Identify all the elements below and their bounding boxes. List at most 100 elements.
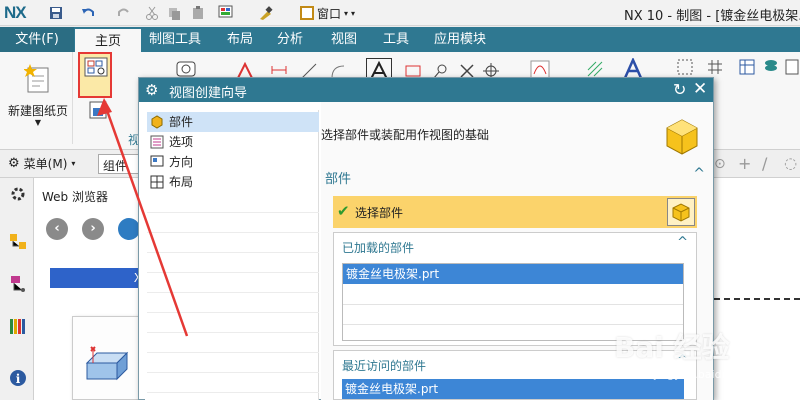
close-icon[interactable]: ✕: [693, 79, 707, 99]
drawing-canvas[interactable]: [714, 178, 800, 400]
list-item[interactable]: 镀金丝电极架.prt: [342, 379, 684, 399]
web-browser-title: Web 浏览器: [42, 190, 108, 204]
watermark-logo: Bai 经验: [614, 331, 730, 364]
ribbon-more-icon[interactable]: [784, 58, 800, 76]
cube-icon: [672, 203, 690, 222]
part-navigator-icon[interactable]: [8, 232, 28, 252]
checkmark-icon: ✔: [337, 202, 350, 220]
part-cube-icon: [666, 119, 698, 155]
chevron-up-icon[interactable]: ^: [677, 235, 688, 250]
paste-icon[interactable]: [190, 5, 206, 21]
wizard-step-label: 选项: [169, 135, 194, 149]
grid-icon[interactable]: [706, 58, 724, 76]
menu-button-label: 菜单(M): [23, 157, 68, 171]
orientation-icon: [150, 155, 164, 167]
recent-parts-title: 最近访问的部件: [342, 359, 427, 373]
web-banner: X: [50, 268, 146, 288]
info-icon[interactable]: i: [8, 368, 28, 388]
loaded-parts-title: 已加载的部件: [342, 241, 415, 255]
tab-drafting-tools[interactable]: 制图工具: [142, 27, 208, 52]
window-icon: [300, 6, 314, 20]
sheet-border-line: [714, 298, 800, 300]
select-tool-icon[interactable]: [218, 5, 234, 21]
list-row-divider: [147, 392, 319, 393]
table-icon[interactable]: [738, 58, 756, 76]
list-row-divider: [147, 212, 319, 213]
wizard-step-layout[interactable]: 布局: [147, 172, 319, 192]
wizard-step-label: 部件: [169, 115, 194, 129]
select-part-cube-button[interactable]: [667, 198, 695, 226]
svg-text:i: i: [16, 372, 21, 386]
assembly-navigator-icon[interactable]: [8, 274, 28, 294]
gear-icon: ⚙: [8, 156, 20, 171]
menu-button[interactable]: ⚙ 菜单(M) ▾: [8, 155, 75, 172]
save-icon[interactable]: [48, 5, 64, 21]
redo-icon[interactable]: [116, 5, 132, 21]
resource-bar: i: [0, 178, 34, 400]
web-browser-panel: Web 浏览器 ‹ › X: [34, 178, 146, 400]
list-row-divider: [147, 372, 319, 373]
copy-icon[interactable]: [166, 5, 182, 21]
part-section-title: 部件: [325, 172, 352, 187]
wizard-prompt: 选择部件或装配用作视图的基础: [321, 128, 490, 142]
hatch-icon[interactable]: [586, 60, 604, 78]
tab-analysis[interactable]: 分析: [264, 27, 316, 52]
new-sheet-icon: [24, 64, 49, 93]
wizard-step-options[interactable]: 选项: [147, 132, 319, 152]
list-row-divider: [147, 352, 319, 353]
dialog-title-bar: ⚙ 视图创建向导 ↻ ✕: [139, 78, 713, 102]
edit-settings-icon[interactable]: [676, 58, 694, 76]
base-view-icon[interactable]: [88, 100, 110, 122]
ribbon-tab-bar: 文件(F) 主页 制图工具 布局 分析 视图 工具 应用模块: [0, 27, 800, 52]
tab-home[interactable]: 主页: [75, 27, 141, 52]
list-row-divider: [147, 232, 319, 233]
snap-point-icon[interactable]: ⊙: [714, 156, 726, 172]
tab-layout[interactable]: 布局: [214, 27, 266, 52]
layout-icon: [150, 175, 164, 189]
undo-icon[interactable]: [80, 5, 96, 21]
nx-logo: NX: [4, 3, 27, 22]
gear-icon[interactable]: ⚙: [145, 81, 158, 99]
tab-view[interactable]: 视图: [318, 27, 370, 52]
tab-file[interactable]: 文件(F): [0, 27, 74, 52]
list-item[interactable]: 镀金丝电极架.prt: [343, 264, 683, 284]
refresh-icon[interactable]: [118, 218, 140, 240]
list-row-divider: [147, 332, 319, 333]
cut-icon[interactable]: [144, 5, 160, 21]
select-part-row[interactable]: ✔ 选择部件: [333, 196, 697, 228]
curve-icon[interactable]: [530, 60, 550, 80]
crosshair-icon[interactable]: +: [738, 154, 751, 173]
window-menu[interactable]: 窗口 ▾ ▾: [300, 5, 355, 21]
forward-icon[interactable]: ›: [82, 218, 104, 240]
new-sheet-button[interactable]: 新建图纸页 ▼: [6, 58, 70, 138]
tab-application[interactable]: 应用模块: [424, 27, 496, 52]
wizard-step-list: 部件 选项 方向 布局: [145, 110, 319, 400]
list-row-divider: [343, 324, 683, 325]
window-menu-label: 窗口: [317, 6, 342, 21]
chevron-down-icon: ▾: [71, 159, 76, 168]
chevron-down-icon: ▾: [351, 8, 356, 18]
stack-icon[interactable]: [762, 58, 780, 76]
view-creation-wizard-button[interactable]: [78, 52, 112, 98]
wizard-step-part[interactable]: 部件: [147, 112, 319, 132]
projected-view-icon[interactable]: [176, 60, 196, 78]
chevron-down-icon: ▾: [344, 8, 349, 18]
reuse-library-icon[interactable]: [8, 316, 28, 336]
new-sheet-label: 新建图纸页: [7, 104, 68, 118]
window-title: NX 10 - 制图 - [镀金丝电极架.pr: [624, 9, 800, 24]
list-row-divider: [147, 272, 319, 273]
view-wizard-icon: [84, 57, 108, 77]
tab-tools[interactable]: 工具: [370, 27, 422, 52]
reset-icon[interactable]: ↻: [673, 80, 686, 99]
select-part-label: 选择部件: [355, 206, 404, 220]
brush-icon[interactable]: [258, 5, 274, 21]
chevron-down-icon: ▼: [34, 118, 42, 127]
dialog-title: 视图创建向导: [169, 86, 248, 101]
line-snap-icon[interactable]: /: [762, 154, 767, 173]
back-icon[interactable]: ‹: [46, 218, 68, 240]
part-section-header[interactable]: 部件 ^: [325, 166, 709, 188]
chevron-up-icon[interactable]: ^: [693, 166, 705, 182]
wizard-step-orientation[interactable]: 方向: [147, 152, 319, 172]
gear-icon[interactable]: [8, 184, 28, 204]
curve-snap-icon[interactable]: ◌: [784, 154, 797, 172]
